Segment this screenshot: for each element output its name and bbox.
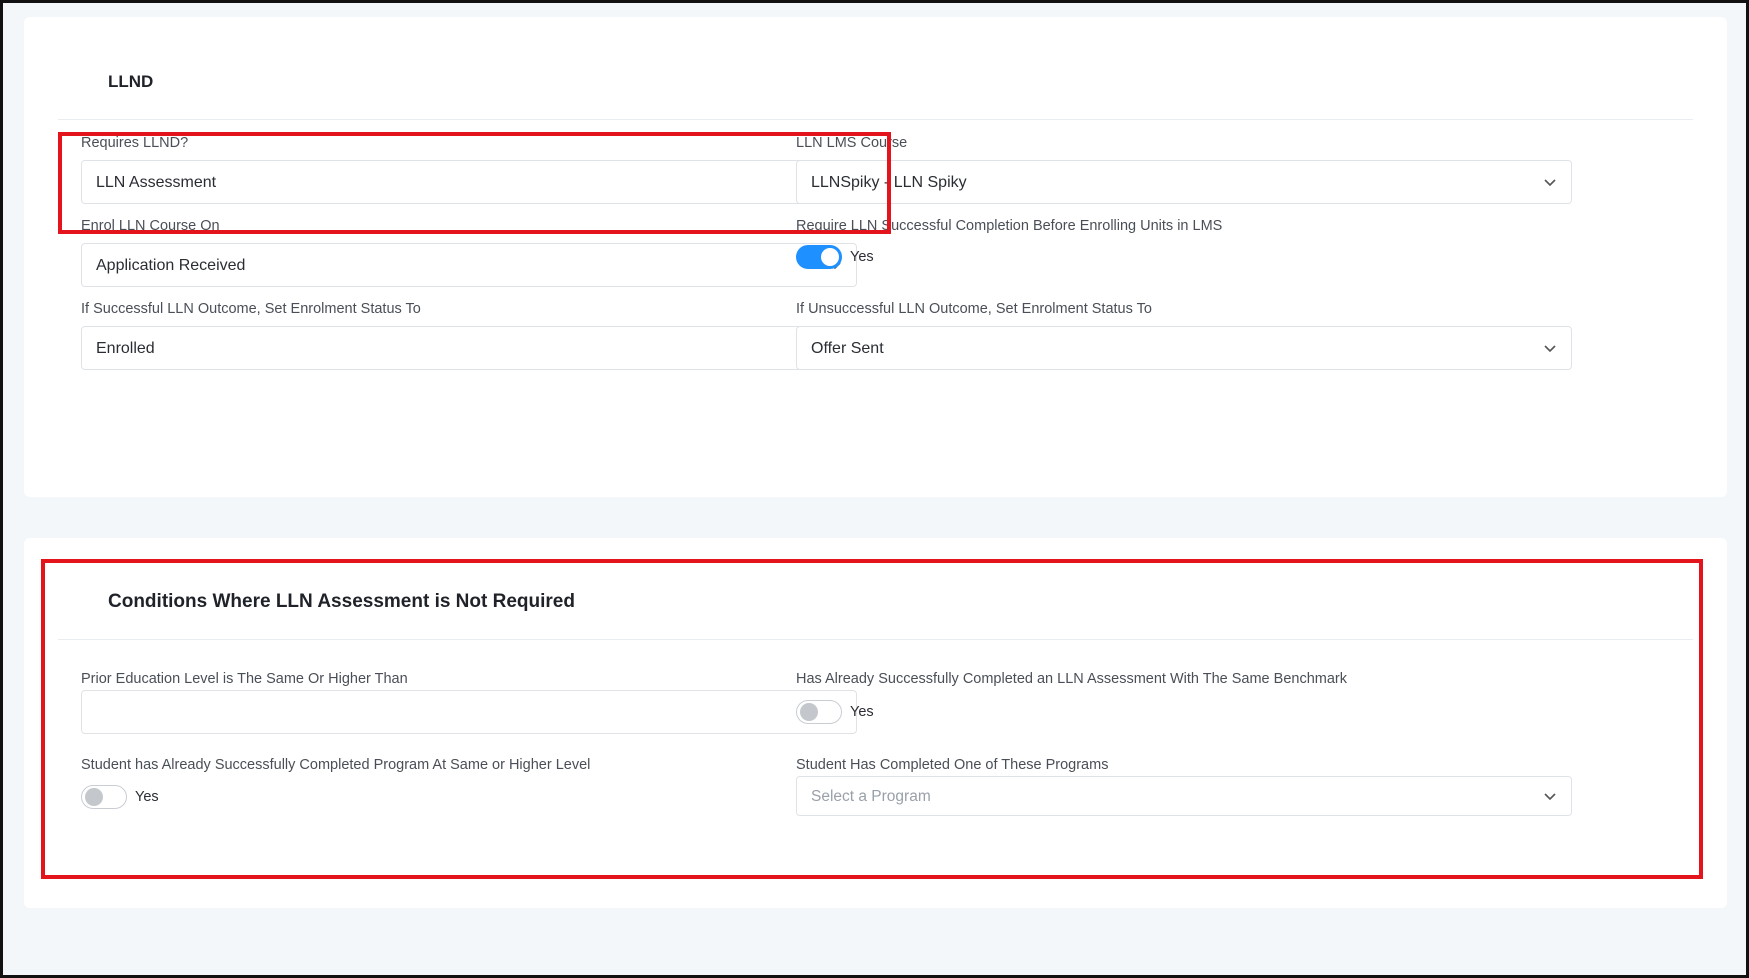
llnd-card: LLND Requires LLND? LLN Assessment LLN L… (24, 17, 1727, 497)
highlight-box-conditions (41, 559, 1703, 879)
chevron-down-icon (1544, 179, 1556, 187)
require-completion-toggle[interactable] (796, 245, 842, 269)
divider (58, 119, 1693, 120)
enrol-lln-course-on-select[interactable]: Application Received (81, 243, 857, 287)
llnd-title: LLND (108, 72, 154, 91)
successful-outcome-value: Enrolled (96, 340, 155, 357)
chevron-down-icon (1544, 345, 1556, 353)
highlight-box-requires-llnd (58, 132, 891, 234)
unsuccessful-outcome-select[interactable]: Offer Sent (796, 326, 1572, 370)
successful-outcome-select[interactable]: Enrolled (81, 326, 857, 370)
unsuccessful-outcome-label: If Unsuccessful LLN Outcome, Set Enrolme… (796, 301, 1152, 317)
unsuccessful-outcome-value: Offer Sent (811, 340, 884, 357)
require-completion-toggle-label: Yes (850, 249, 874, 265)
toggle-knob (821, 248, 839, 266)
successful-outcome-label: If Successful LLN Outcome, Set Enrolment… (81, 301, 421, 317)
enrol-lln-course-on-value: Application Received (96, 257, 246, 274)
lln-lms-course-select[interactable]: LLNSpiky - LLN Spiky (796, 160, 1572, 204)
